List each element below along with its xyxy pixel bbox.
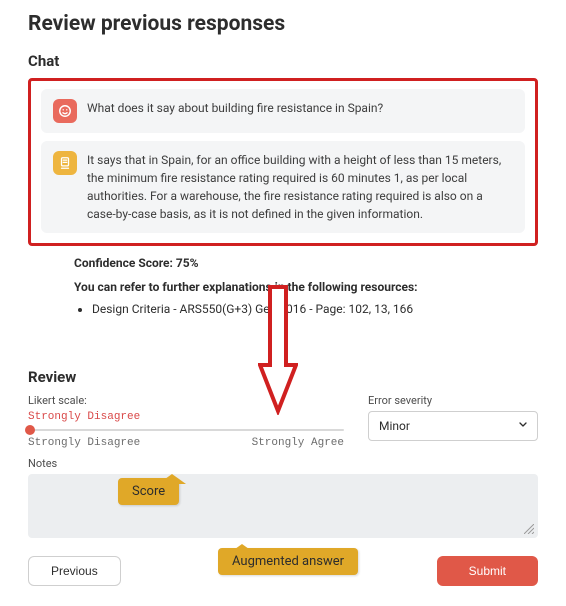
score-callout: Score [118,478,179,505]
assistant-icon [53,151,77,175]
user-icon [53,99,77,123]
resource-item: Design Criteria - ARS550(G+3) Gen 1016 -… [92,302,538,316]
chat-panel: What does it say about building fire res… [28,78,538,246]
previous-button[interactable]: Previous [28,556,121,586]
submit-button[interactable]: Submit [437,556,538,586]
likert-slider[interactable] [28,425,344,435]
notes-textarea[interactable] [28,474,538,538]
chat-user-row: What does it say about building fire res… [41,89,525,133]
severity-label: Error severity [368,394,538,407]
confidence-score: Confidence Score: 75% [74,256,538,270]
severity-select[interactable]: Minor [368,411,538,441]
resources-intro: You can refer to further explanations in… [74,280,538,294]
resources-list: Design Criteria - ARS550(G+3) Gen 1016 -… [74,302,538,316]
chevron-down-icon [517,419,529,434]
down-arrow-icon [258,285,298,415]
slider-track [28,429,344,431]
severity-field: Error severity Minor [368,394,538,441]
chat-assistant-row: It says that in Spain, for an office bui… [41,141,525,233]
chat-assistant-text: It says that in Spain, for an office bui… [87,151,513,223]
chat-heading: Chat [28,52,538,70]
likert-max-label: Strongly Agree [252,437,344,449]
chat-user-text: What does it say about building fire res… [87,99,383,117]
augmented-answer-callout: Augmented answer [218,548,358,575]
severity-selected: Minor [379,419,410,433]
slider-thumb[interactable] [25,425,35,435]
notes-label: Notes [28,457,538,470]
page-title: Review previous responses [28,12,538,36]
likert-min-label: Strongly Disagree [28,437,140,449]
